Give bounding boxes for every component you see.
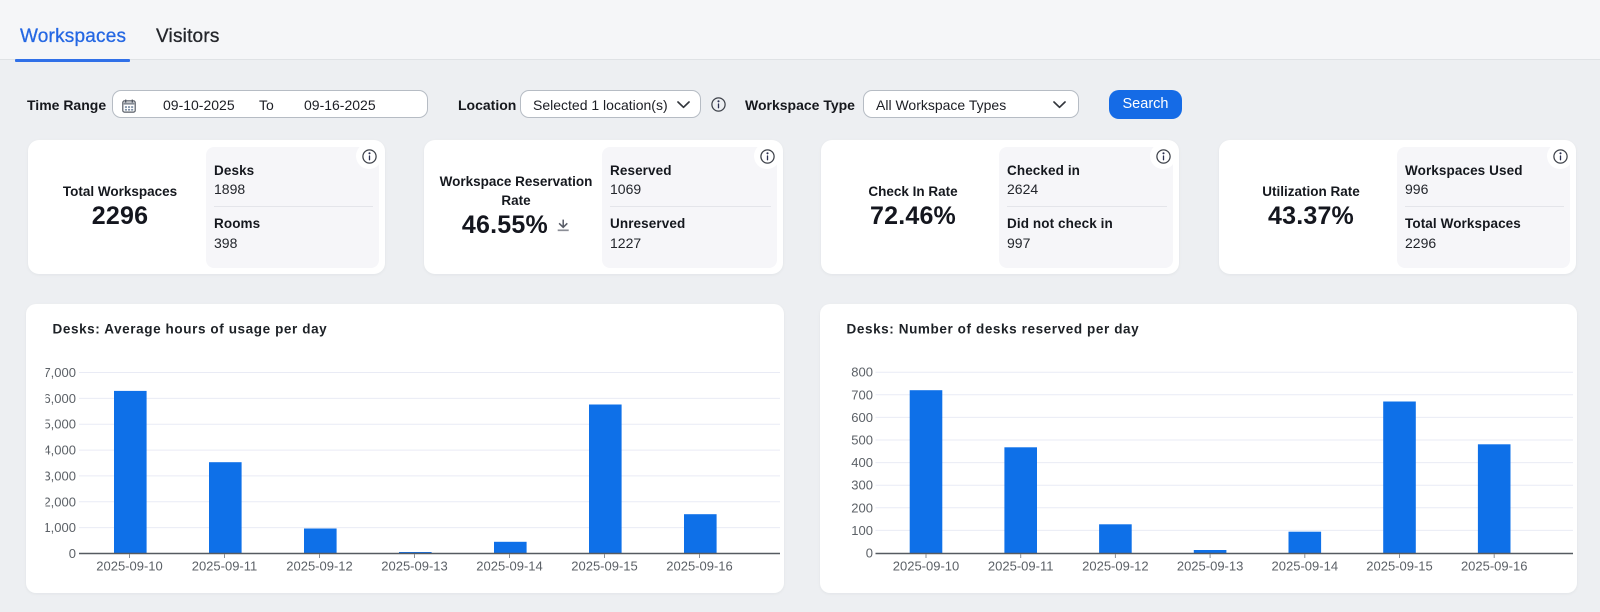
svg-text:2025-09-14: 2025-09-14 <box>1272 559 1339 574</box>
svg-text:2025-09-16: 2025-09-16 <box>666 559 733 574</box>
svg-text:800: 800 <box>851 365 873 380</box>
svg-text:2025-09-12: 2025-09-12 <box>1082 559 1149 574</box>
svg-text:Desks: Number of desks reserve: Desks: Number of desks reserved per day <box>847 322 1140 337</box>
svg-text:300: 300 <box>851 478 873 493</box>
svg-text:2025-09-16: 2025-09-16 <box>1461 559 1528 574</box>
svg-text:2025-09-14: 2025-09-14 <box>476 559 543 574</box>
svg-text:200: 200 <box>851 500 873 515</box>
svg-text:600: 600 <box>851 410 873 425</box>
svg-text:5,000: 5,000 <box>43 417 76 432</box>
svg-text:2025-09-13: 2025-09-13 <box>1177 559 1244 574</box>
svg-text:0: 0 <box>69 546 76 561</box>
svg-text:3,000: 3,000 <box>43 468 76 483</box>
svg-text:2025-09-10: 2025-09-10 <box>893 559 960 574</box>
svg-text:2025-09-11: 2025-09-11 <box>988 559 1054 574</box>
svg-text:2025-09-12: 2025-09-12 <box>286 559 353 574</box>
svg-text:7,000: 7,000 <box>43 365 76 380</box>
svg-text:2025-09-11: 2025-09-11 <box>192 559 258 574</box>
svg-text:Desks: Average hours of usage: Desks: Average hours of usage per day <box>53 322 328 337</box>
svg-text:400: 400 <box>851 455 873 470</box>
svg-text:1,000: 1,000 <box>43 520 76 535</box>
svg-text:2025-09-10: 2025-09-10 <box>96 559 163 574</box>
svg-text:100: 100 <box>851 523 873 538</box>
svg-text:500: 500 <box>851 433 873 448</box>
svg-text:2025-09-13: 2025-09-13 <box>381 559 448 574</box>
svg-text:2025-09-15: 2025-09-15 <box>571 559 638 574</box>
svg-text:2025-09-15: 2025-09-15 <box>1366 559 1433 574</box>
svg-text:2,000: 2,000 <box>43 494 76 509</box>
svg-text:700: 700 <box>851 387 873 402</box>
svg-text:4,000: 4,000 <box>43 443 76 458</box>
svg-text:0: 0 <box>866 546 873 561</box>
svg-text:6,000: 6,000 <box>43 391 76 406</box>
